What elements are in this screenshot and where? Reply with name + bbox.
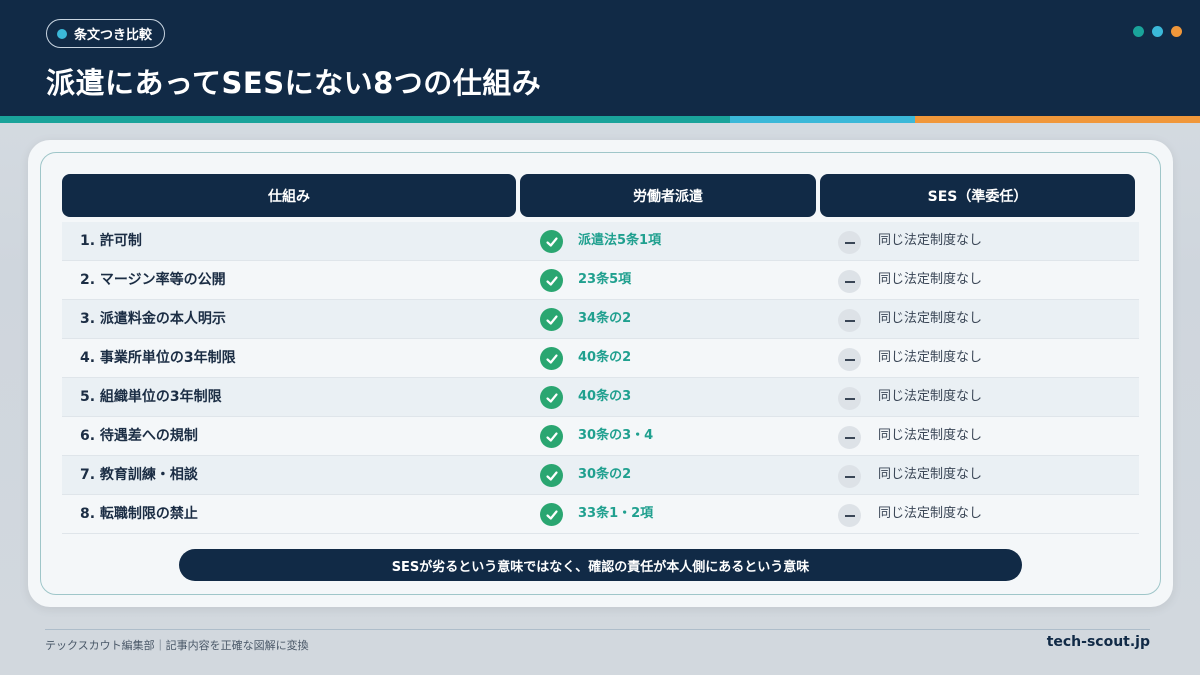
check-circle-icon [540, 464, 563, 487]
footer-site-link[interactable]: tech-scout.jp [1047, 634, 1150, 650]
ses-status: 同じ法定制度なし [878, 389, 983, 404]
ses-status: 同じ法定制度なし [878, 350, 983, 365]
table-row: 1. 許可制 派遣法5条1項 同じ法定制度なし [62, 222, 1139, 261]
table-row: 4. 事業所単位の3年制限 40条の2 同じ法定制度なし [62, 339, 1139, 378]
check-circle-icon [540, 269, 563, 292]
table-row: 5. 組織単位の3年制限 40条の3 同じ法定制度なし [62, 378, 1139, 417]
ses-status: 同じ法定制度なし [878, 272, 983, 287]
minus-circle-icon [838, 504, 861, 527]
badge-dot-icon [57, 28, 67, 39]
badge-label: 条文つき比較 [74, 28, 153, 43]
dispatch-law-reference: 40条の2 [578, 350, 632, 365]
header-bar: 条文つき比較 派遣にあってSESにない8つの仕組み [0, 0, 1200, 116]
dispatch-law-reference: 30条の3・4 [578, 428, 654, 443]
check-circle-icon [540, 308, 563, 331]
table-row: 7. 教育訓練・相談 30条の2 同じ法定制度なし [62, 456, 1139, 495]
minus-circle-icon [838, 270, 861, 293]
ses-status: 同じ法定制度なし [878, 506, 983, 521]
mechanism-name: 4. 事業所単位の3年制限 [80, 350, 236, 366]
minus-circle-icon [838, 309, 861, 332]
dispatch-law-reference: 派遣法5条1項 [578, 233, 662, 248]
column-header-mechanism: 仕組み [62, 174, 516, 217]
footer-credit: テックスカウト編集部｜記事内容を正確な図解に変換 [45, 639, 309, 652]
mechanism-name: 8. 転職制限の禁止 [80, 506, 198, 522]
minus-circle-icon [838, 426, 861, 449]
mechanism-name: 7. 教育訓練・相談 [80, 467, 198, 483]
mechanism-name: 3. 派遣料金の本人明示 [80, 311, 226, 327]
check-circle-icon [540, 347, 563, 370]
mechanism-name: 1. 許可制 [80, 233, 142, 249]
table-row: 3. 派遣料金の本人明示 34条の2 同じ法定制度なし [62, 300, 1139, 339]
dispatch-law-reference: 30条の2 [578, 467, 632, 482]
table-row: 6. 待遇差への規制 30条の3・4 同じ法定制度なし [62, 417, 1139, 456]
check-circle-icon [540, 503, 563, 526]
dispatch-law-reference: 23条5項 [578, 272, 632, 287]
ses-status: 同じ法定制度なし [878, 467, 983, 482]
accent-stripe-teal [0, 116, 730, 123]
ses-status: 同じ法定制度なし [878, 428, 983, 443]
footnote-banner: SESが劣るという意味ではなく、確認の責任が本人側にあるという意味 [179, 549, 1022, 581]
column-header-ses: SES（準委任） [820, 174, 1135, 217]
dot-icon [1152, 26, 1163, 37]
mechanism-name: 6. 待遇差への規制 [80, 428, 198, 444]
ses-status: 同じ法定制度なし [878, 311, 983, 326]
check-circle-icon [540, 425, 563, 448]
dispatch-law-reference: 40条の3 [578, 389, 632, 404]
dot-icon [1171, 26, 1182, 37]
dot-icon [1133, 26, 1144, 37]
accent-stripe-orange [915, 116, 1200, 123]
table-row: 8. 転職制限の禁止 33条1・2項 同じ法定制度なし [62, 495, 1139, 534]
page-title: 派遣にあってSESにない8つの仕組み [46, 66, 542, 100]
mechanism-name: 5. 組織単位の3年制限 [80, 389, 222, 405]
minus-circle-icon [838, 387, 861, 410]
minus-circle-icon [838, 348, 861, 371]
decorative-dots [1133, 26, 1182, 37]
minus-circle-icon [838, 465, 861, 488]
footer-divider [45, 629, 1150, 630]
table-row: 2. マージン率等の公開 23条5項 同じ法定制度なし [62, 261, 1139, 300]
column-header-dispatch: 労働者派遣 [520, 174, 816, 217]
check-circle-icon [540, 386, 563, 409]
ses-status: 同じ法定制度なし [878, 233, 983, 248]
category-badge: 条文つき比較 [46, 19, 166, 48]
dispatch-law-reference: 34条の2 [578, 311, 632, 326]
dispatch-law-reference: 33条1・2項 [578, 506, 654, 521]
accent-stripe-blue [730, 116, 915, 123]
mechanism-name: 2. マージン率等の公開 [80, 272, 226, 288]
check-circle-icon [540, 230, 563, 253]
minus-circle-icon [838, 231, 861, 254]
